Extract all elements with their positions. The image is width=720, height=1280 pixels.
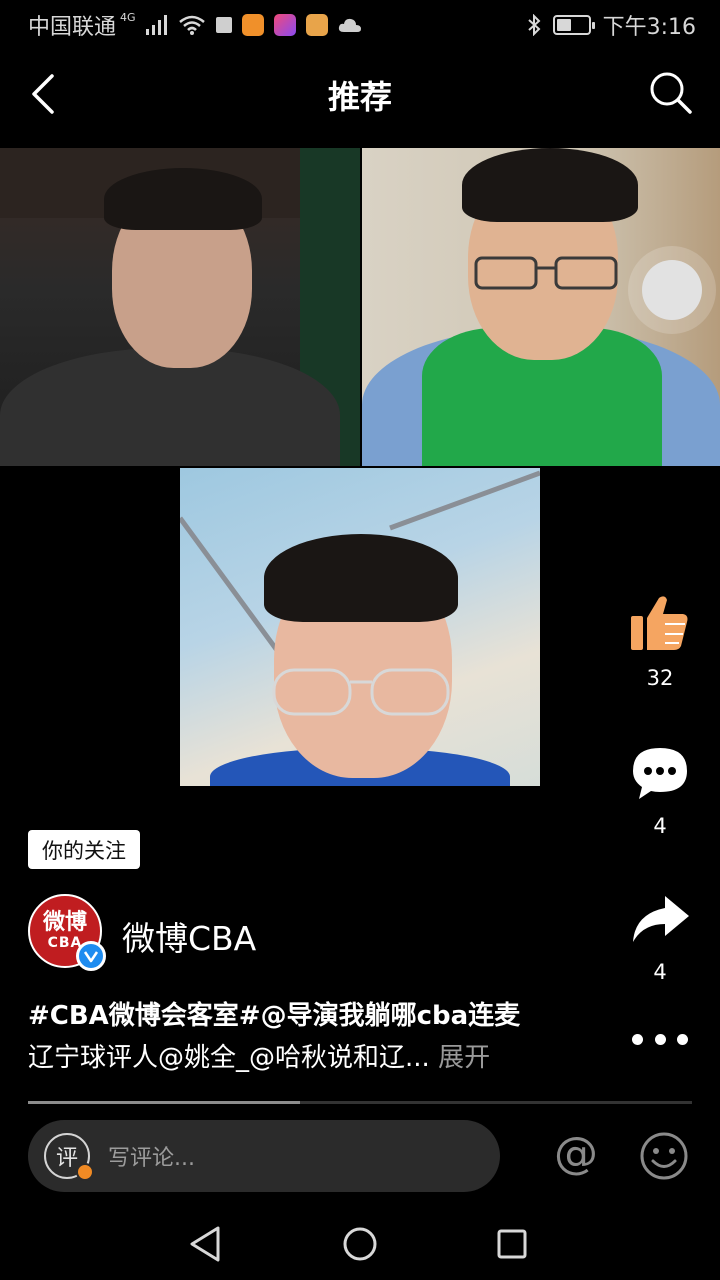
- comment-badge-icon: 评: [44, 1133, 94, 1181]
- comment-input[interactable]: 评 写评论...: [28, 1120, 500, 1192]
- search-icon: [650, 72, 692, 114]
- comment-bubble-icon: [633, 748, 687, 799]
- glasses-icon: [272, 668, 450, 716]
- comment-count: 4: [653, 814, 667, 838]
- network-type: 4G: [120, 10, 136, 24]
- post-caption: #CBA微博会客室#@导演我躺哪cba连麦 辽宁球评人@姚全_@哈秋说和辽...…: [28, 995, 608, 1079]
- system-recents-icon[interactable]: [496, 1228, 528, 1260]
- system-home-icon[interactable]: [342, 1226, 378, 1262]
- dot: [632, 1033, 643, 1045]
- mention-button[interactable]: @: [550, 1128, 602, 1180]
- carrier-label: 中国联通: [28, 15, 117, 40]
- video-tile-guest-2[interactable]: [180, 468, 540, 786]
- like-button[interactable]: 32: [612, 592, 708, 690]
- person-hair: [104, 168, 262, 230]
- badge-check-icon: [76, 1163, 94, 1181]
- share-arrow-icon: [633, 896, 689, 942]
- top-nav: 推荐: [0, 50, 720, 138]
- glasses-icon: [474, 256, 618, 290]
- thumbs-up-icon: [631, 596, 688, 650]
- caption-line-2: 辽宁球评人@姚全_@哈秋说和辽... 展开: [28, 1037, 608, 1079]
- toggle-knob: [642, 260, 702, 320]
- expand-link[interactable]: 展开: [438, 1043, 490, 1073]
- video-progress-bar[interactable]: [28, 1101, 692, 1104]
- comment-badge-text: 评: [55, 1146, 78, 1171]
- wifi-icon: [178, 15, 205, 35]
- floating-toggle-button[interactable]: [628, 246, 716, 334]
- person-hair: [264, 534, 458, 622]
- caption-line-2-text[interactable]: 辽宁球评人@姚全_@哈秋说和辽...: [28, 1043, 430, 1073]
- verified-badge-icon: [76, 941, 106, 971]
- system-back-icon[interactable]: [186, 1224, 226, 1264]
- emoji-button[interactable]: [638, 1130, 690, 1182]
- battery-icon: [552, 15, 595, 35]
- more-options-button[interactable]: [632, 1024, 688, 1054]
- search-button[interactable]: [646, 68, 696, 118]
- cloud-icon: [338, 18, 361, 32]
- person-hair: [462, 148, 638, 222]
- bluetooth-icon: [527, 14, 541, 36]
- clock: 下午3:16: [602, 15, 696, 40]
- comment-button[interactable]: 4: [612, 744, 708, 838]
- progress-fill: [28, 1101, 301, 1104]
- avatar-logo-text: 微博: [42, 910, 87, 935]
- calendar-app-icon: [305, 14, 328, 36]
- dot: [677, 1033, 688, 1045]
- comment-placeholder: 写评论...: [108, 1146, 195, 1171]
- status-bar: 中国联通 4G 下午3:16: [0, 0, 720, 50]
- music-app-icon: [273, 14, 296, 36]
- following-tag: 你的关注: [28, 830, 140, 869]
- caption-line-1[interactable]: #CBA微博会客室#@导演我躺哪cba连麦: [28, 995, 608, 1037]
- system-nav-bar: [0, 1204, 720, 1280]
- notification-square-icon: [215, 17, 232, 33]
- video-tile-host[interactable]: [0, 148, 360, 466]
- signal-icon: [145, 15, 167, 35]
- video-app-icon: [241, 14, 264, 36]
- share-button[interactable]: 4: [612, 892, 708, 984]
- like-count: 32: [646, 666, 674, 690]
- share-count: 4: [653, 960, 667, 984]
- page-title: 推荐: [327, 78, 392, 116]
- emoji-icon: [640, 1132, 688, 1180]
- dot: [654, 1033, 666, 1045]
- author-name[interactable]: 微博CBA: [122, 912, 256, 960]
